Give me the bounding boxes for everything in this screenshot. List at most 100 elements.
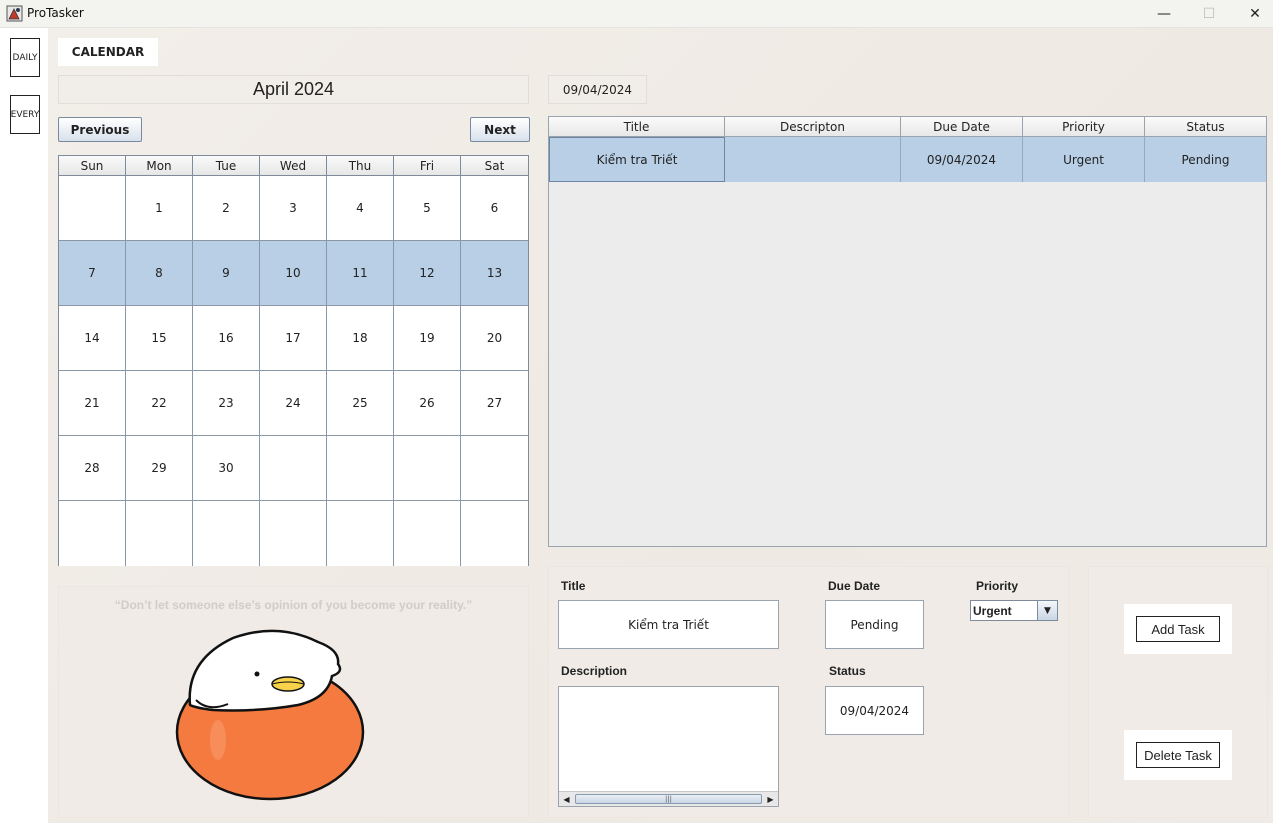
calendar-day[interactable]: 12 (394, 241, 461, 306)
calendar-empty-cell (327, 501, 394, 566)
weekday-header: Tue (193, 156, 260, 175)
close-button[interactable]: ✕ (1232, 0, 1273, 28)
description-field[interactable] (558, 686, 779, 807)
add-task-button[interactable]: Add Task (1136, 616, 1220, 642)
calendar-day[interactable]: 28 (59, 436, 126, 501)
calendar-day[interactable]: 23 (193, 371, 260, 436)
due-date-field[interactable]: Pending (825, 600, 924, 649)
month-label: April 2024 (58, 75, 529, 104)
weekday-header: Sat (484, 158, 505, 173)
calendar-day[interactable]: 16 (193, 306, 260, 371)
column-header-due-date[interactable]: Due Date (901, 117, 1023, 136)
calendar-day[interactable]: 18 (327, 306, 394, 371)
description-label: Description (561, 664, 628, 678)
calendar-grid: Sun Mon Tue Wed Thu Fri Sat 1 2 3 4 5 6 7 8 9 10 1… (58, 155, 529, 566)
calendar-day[interactable]: 14 (59, 306, 126, 371)
calendar-day[interactable]: 30 (193, 436, 260, 501)
table-cell-description[interactable] (725, 137, 901, 182)
column-header-priority[interactable]: Priority (1023, 117, 1145, 136)
calendar-day[interactable]: 5 (394, 176, 461, 241)
scrollbar-thumb[interactable]: ||| (575, 794, 762, 804)
description-horizontal-scrollbar[interactable]: ◀ ||| ▶ (559, 791, 778, 806)
column-header-status[interactable]: Status (1145, 117, 1266, 136)
add-task-container: Add Task (1124, 604, 1232, 654)
weekday-header: Thu (327, 156, 394, 175)
delete-task-button[interactable]: Delete Task (1136, 742, 1220, 768)
table-cell-title[interactable]: Kiểm tra Triết (549, 137, 725, 182)
weekday-header: Fri (394, 156, 461, 175)
table-cell-due-date[interactable]: 09/04/2024 (901, 137, 1023, 182)
calendar-day[interactable]: 29 (126, 436, 193, 501)
table-row[interactable]: Kiểm tra Triết 09/04/2024 Urgent Pending (549, 137, 1266, 182)
calendar-day[interactable]: 27 (461, 371, 528, 436)
left-rail (0, 28, 48, 823)
daily-button[interactable]: DAILY (10, 38, 40, 77)
previous-month-button[interactable]: Previous (58, 117, 142, 142)
calendar-day[interactable]: 6 (461, 176, 528, 241)
calendar-days: 1 2 3 4 5 6 7 8 9 10 11 12 13 14 15 16 17 18 19 20 21 22 23 24 2… (59, 176, 528, 566)
calendar-day[interactable]: 9 (193, 241, 260, 306)
calendar-day[interactable]: 26 (394, 371, 461, 436)
calendar-day[interactable]: 3 (260, 176, 327, 241)
weekday-header: Wed (260, 156, 327, 175)
minimize-button[interactable]: — (1141, 0, 1187, 28)
close-icon: ✕ (1249, 6, 1261, 22)
calendar-day[interactable]: 15 (126, 306, 193, 371)
title-label: Title (561, 579, 586, 593)
calendar-empty-cell (394, 436, 461, 501)
app-logo-icon (6, 5, 23, 22)
calendar-day[interactable]: 17 (260, 306, 327, 371)
status-field[interactable]: 09/04/2024 (825, 686, 924, 735)
table-cell-priority[interactable]: Urgent (1023, 137, 1145, 182)
calendar-day[interactable]: 7 (59, 241, 126, 306)
priority-label: Priority (976, 579, 1019, 593)
calendar-empty-cell (59, 176, 126, 241)
calendar-day[interactable]: 20 (461, 306, 528, 371)
calendar-day[interactable]: 19 (394, 306, 461, 371)
calendar-weekday-header: Sun Mon Tue Wed Thu Fri Sat (59, 156, 528, 176)
status-label: Status (829, 664, 866, 678)
task-table: Title Descripton Due Date Priority Statu… (548, 116, 1267, 547)
scroll-left-icon[interactable]: ◀ (559, 792, 574, 806)
calendar-empty-cell (126, 501, 193, 566)
window-title: ProTasker (27, 6, 84, 20)
calendar-day[interactable]: 1 (126, 176, 193, 241)
calendar-day[interactable]: 2 (193, 176, 260, 241)
calendar-empty-cell (327, 436, 394, 501)
table-cell-status[interactable]: Pending (1145, 137, 1266, 182)
weekday-header: Mon (126, 156, 193, 175)
every-button[interactable]: EVERY (10, 95, 40, 134)
priority-selected-value: Urgent (973, 604, 1012, 618)
calendar-day[interactable]: 24 (260, 371, 327, 436)
calendar-empty-cell (260, 436, 327, 501)
calendar-day[interactable]: 10 (260, 241, 327, 306)
selected-date-field[interactable]: 09/04/2024 (548, 75, 647, 104)
calendar-empty-cell (394, 501, 461, 566)
calendar-day[interactable]: 11 (327, 241, 394, 306)
calendar-day[interactable]: 4 (327, 176, 394, 241)
maximize-icon: ☐ (1202, 6, 1216, 22)
next-month-button[interactable]: Next (470, 117, 530, 142)
calendar-day[interactable]: 21 (59, 371, 126, 436)
column-header-description[interactable]: Descripton (725, 117, 901, 136)
mascot-illustration (175, 629, 365, 801)
calendar-day[interactable]: 25 (327, 371, 394, 436)
calendar-empty-cell (260, 501, 327, 566)
maximize-button[interactable]: ☐ (1186, 0, 1232, 28)
minimize-icon: — (1157, 6, 1171, 22)
delete-task-container: Delete Task (1124, 730, 1232, 780)
tab-calendar[interactable]: CALENDAR (58, 38, 158, 66)
column-header-title[interactable]: Title (549, 117, 725, 136)
calendar-day[interactable]: 22 (126, 371, 193, 436)
task-table-header: Title Descripton Due Date Priority Statu… (549, 117, 1266, 137)
calendar-empty-cell (193, 501, 260, 566)
priority-dropdown[interactable]: Urgent ▼ (970, 600, 1058, 621)
calendar-day[interactable]: 8 (126, 241, 193, 306)
calendar-day[interactable]: 13 (461, 241, 528, 306)
chevron-down-icon[interactable]: ▼ (1037, 601, 1057, 620)
motivational-quote: “Don’t let someone else’s opinion of you… (114, 598, 473, 612)
scroll-right-icon[interactable]: ▶ (763, 792, 778, 806)
calendar-empty-cell (59, 501, 126, 566)
title-field[interactable]: Kiểm tra Triết (558, 600, 779, 649)
calendar-empty-cell (461, 436, 528, 501)
